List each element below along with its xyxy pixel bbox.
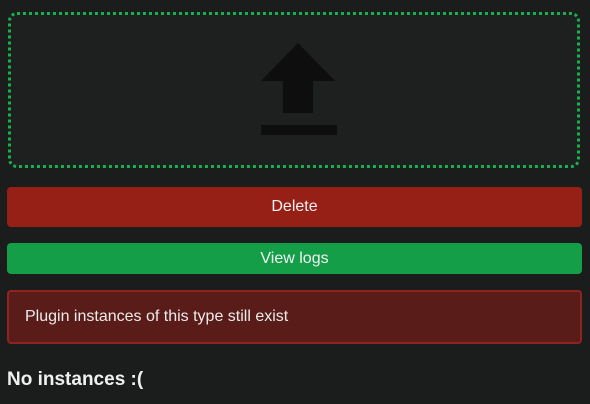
error-alert: Plugin instances of this type still exis… [7,290,582,344]
upload-icon [261,43,337,135]
upload-dropzone[interactable] [8,12,580,168]
no-instances-heading: No instances :( [7,369,144,390]
alert-message: Plugin instances of this type still exis… [25,308,289,325]
plugin-page: Delete View logs Plugin instances of thi… [0,0,590,404]
view-logs-button[interactable]: View logs [7,243,582,274]
delete-button[interactable]: Delete [7,187,582,227]
